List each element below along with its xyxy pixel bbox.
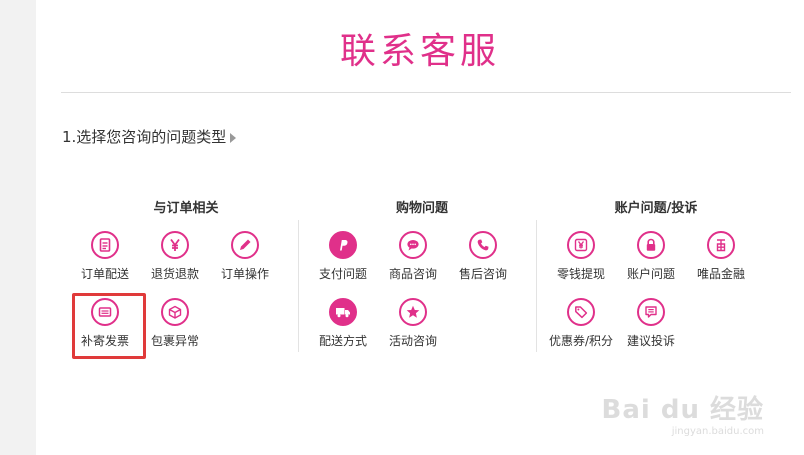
truck-icon bbox=[329, 298, 357, 326]
item-label: 配送方式 bbox=[318, 334, 367, 348]
item-return-refund[interactable]: 退货退款 bbox=[139, 231, 211, 282]
item-delivery-method[interactable]: 配送方式 bbox=[307, 298, 379, 349]
item-account-issue[interactable]: 账户问题 bbox=[615, 231, 687, 282]
item-label: 唯品金融 bbox=[696, 267, 745, 281]
item-product-inquiry[interactable]: 商品咨询 bbox=[377, 231, 449, 282]
item-label: 商品咨询 bbox=[388, 267, 437, 281]
phone-icon bbox=[469, 231, 497, 259]
paypal-icon bbox=[329, 231, 357, 259]
yen-icon bbox=[161, 231, 189, 259]
step-text: 1.选择您咨询的问题类型 bbox=[62, 128, 227, 146]
item-label: 退货退款 bbox=[150, 267, 199, 281]
item-order-delivery[interactable]: 订单配送 bbox=[69, 231, 141, 282]
watermark-sub: jingyan.baidu.com bbox=[671, 426, 764, 437]
item-label: 售后咨询 bbox=[458, 267, 507, 281]
contact-panel: 联系客服 1.选择您咨询的问题类型 与订单相关 购物问题 账户问题/投诉 订单配… bbox=[36, 0, 804, 455]
item-label: 订单配送 bbox=[80, 267, 129, 281]
star-icon bbox=[399, 298, 427, 326]
item-label: 活动咨询 bbox=[388, 334, 437, 348]
feedback-icon bbox=[637, 298, 665, 326]
page-title: 联系客服 bbox=[339, 31, 500, 72]
item-label: 账户问题 bbox=[626, 267, 675, 281]
document-icon bbox=[91, 231, 119, 259]
group-separator bbox=[298, 220, 299, 352]
item-label: 支付问题 bbox=[318, 267, 367, 281]
watermark-main: Bai du 经验 bbox=[601, 395, 764, 425]
item-wallet-withdraw[interactable]: 零钱提现 bbox=[545, 231, 617, 282]
tag-icon bbox=[567, 298, 595, 326]
item-coupon-points[interactable]: 优惠券/积分 bbox=[545, 298, 617, 349]
item-promotion-inquiry[interactable]: 活动咨询 bbox=[377, 298, 449, 349]
item-vip-finance[interactable]: 唯品金融 bbox=[685, 231, 757, 282]
item-label: 优惠券/积分 bbox=[548, 334, 614, 348]
item-suggestion-complaint[interactable]: 建议投诉 bbox=[615, 298, 687, 349]
chat-bubble-icon bbox=[399, 231, 427, 259]
pencil-icon bbox=[231, 231, 259, 259]
baidu-watermark: Bai du 经验 jingyan.baidu.com bbox=[602, 389, 765, 437]
step-heading: 1.选择您咨询的问题类型 bbox=[62, 126, 237, 147]
package-icon bbox=[161, 298, 189, 326]
title-divider bbox=[61, 92, 791, 93]
item-package-exception[interactable]: 包裹异常 bbox=[139, 298, 211, 349]
item-after-sales[interactable]: 售后咨询 bbox=[447, 231, 519, 282]
highlight-box bbox=[72, 293, 146, 359]
item-label: 建议投诉 bbox=[626, 334, 675, 348]
finance-icon bbox=[707, 231, 735, 259]
wallet-yen-icon bbox=[567, 231, 595, 259]
item-payment-issue[interactable]: 支付问题 bbox=[307, 231, 379, 282]
lock-icon bbox=[637, 231, 665, 259]
item-label: 包裹异常 bbox=[150, 334, 199, 348]
group-title-shopping: 购物问题 bbox=[395, 201, 448, 216]
group-separator bbox=[536, 220, 537, 352]
item-order-operation[interactable]: 订单操作 bbox=[209, 231, 281, 282]
caret-right-icon bbox=[230, 132, 237, 143]
item-label: 订单操作 bbox=[220, 267, 269, 281]
group-title-order: 与订单相关 bbox=[153, 201, 219, 216]
group-title-account: 账户问题/投诉 bbox=[614, 201, 698, 216]
item-label: 零钱提现 bbox=[556, 267, 605, 281]
